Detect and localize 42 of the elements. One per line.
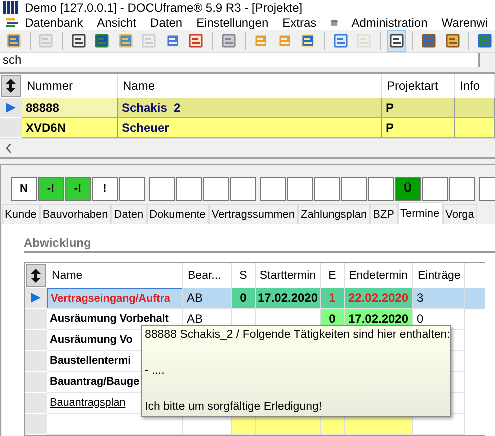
status-box: N xyxy=(11,177,37,201)
tab[interactable]: Bauvorhaben xyxy=(40,204,112,224)
status-box: -! xyxy=(38,177,64,201)
menu-item[interactable]: Ansicht xyxy=(90,16,144,30)
menu-item[interactable]: Datenbank xyxy=(18,16,90,30)
search-field[interactable]: sch xyxy=(0,53,480,67)
tooltip-text: Ich bitte um sorgfältige Erledigung! xyxy=(145,401,324,413)
task-link[interactable]: Bauantragsplan xyxy=(50,397,126,409)
tab[interactable]: Daten xyxy=(111,204,147,224)
task-name: Ausräumung Vo xyxy=(50,334,133,346)
status-box: ! xyxy=(92,177,118,201)
table-cell: 88888 xyxy=(22,98,118,118)
tab[interactable]: Termine xyxy=(398,202,443,224)
task-name: Ausräumung Vorbehalt xyxy=(50,313,169,325)
section-title: Abwicklung xyxy=(24,236,495,253)
column-header[interactable]: Name xyxy=(47,263,183,288)
tab[interactable]: Kunde xyxy=(2,204,40,224)
tab[interactable]: Dokumente xyxy=(146,204,209,224)
project-row[interactable]: 88888 Schakis_2 P xyxy=(0,98,495,118)
tooltip-text: 88888 Schakis_2 / Folgende Tätigkeiten sind hier enthalten: xyxy=(145,329,447,341)
status-box: -! xyxy=(65,177,91,201)
tab[interactable]: Vorga xyxy=(442,204,478,224)
window-title: Demo [127.0.0.1] - DOCUframe® 5.9 R3 - [Projekte] xyxy=(25,0,303,15)
task-row[interactable]: Vertragseingang/Auftra AB 0 17.02.2020 1 22.02.2020 3 xyxy=(25,288,485,309)
tab[interactable]: Zahlungsplan xyxy=(298,204,370,224)
table-cell: 22.02.2020 xyxy=(345,288,413,309)
project-row[interactable]: XVD6N Scheuer P xyxy=(0,118,495,138)
table-cell: 0 xyxy=(232,288,256,309)
menu-item[interactable]: Daten xyxy=(144,16,190,30)
table-cell: 17.02.2020 xyxy=(256,288,321,309)
table-cell: 1 xyxy=(321,288,345,309)
tab[interactable]: BZP xyxy=(370,204,398,224)
menu-item[interactable]: Extras xyxy=(276,16,324,30)
tooltip-text: - .... xyxy=(145,365,166,377)
menu-item[interactable]: Einstellungen xyxy=(190,16,276,30)
task-name: Baustellentermi xyxy=(50,355,132,367)
task-name: Bauantrag/Bauge xyxy=(50,376,140,388)
status-box: Ü xyxy=(395,177,421,201)
menu-item[interactable]: Warenwi xyxy=(434,16,495,30)
tab[interactable]: Vertragssummen xyxy=(208,204,298,224)
menu-item[interactable]: Administration xyxy=(344,16,435,30)
task-name: Vertragseingang/Auftra xyxy=(51,292,170,304)
